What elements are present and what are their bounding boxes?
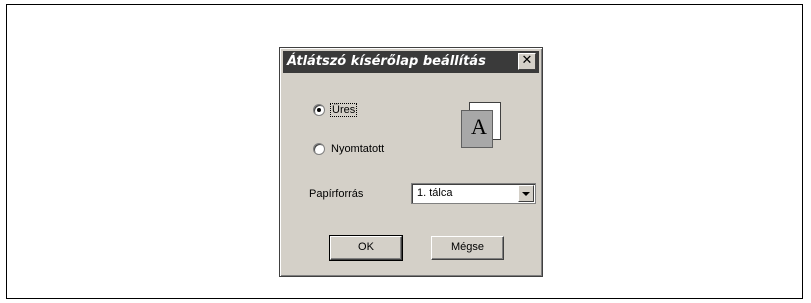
option-blank-label: Üres <box>329 103 358 117</box>
preview-letter: A <box>471 114 487 139</box>
close-button[interactable]: ✕ <box>518 53 536 70</box>
paper-source-value: 1. tálca <box>417 187 453 199</box>
option-blank[interactable]: Üres <box>313 103 358 117</box>
sheet-preview-icon: A <box>461 102 505 148</box>
transparency-sheet-dialog: Átlátszó kísérőlap beállítás ✕ Üres Nyom… <box>279 47 543 277</box>
radio-blank[interactable] <box>313 104 325 116</box>
paper-source-select[interactable]: 1. tálca <box>411 183 536 204</box>
paper-source-label: Papírforrás <box>309 188 364 200</box>
chevron-down-icon[interactable] <box>518 185 534 202</box>
title-bar[interactable]: Átlátszó kísérőlap beállítás ✕ <box>283 51 539 73</box>
option-printed-label: Nyomtatott <box>331 143 385 155</box>
screenshot-frame: Átlátszó kísérőlap beállítás ✕ Üres Nyom… <box>6 4 803 299</box>
cancel-button[interactable]: Mégse <box>431 236 504 260</box>
dialog-title: Átlátszó kísérőlap beállítás <box>287 54 486 69</box>
option-printed[interactable]: Nyomtatott <box>313 142 384 156</box>
close-icon: ✕ <box>521 53 533 68</box>
ok-button[interactable]: OK <box>329 235 403 261</box>
radio-printed[interactable] <box>313 143 325 155</box>
